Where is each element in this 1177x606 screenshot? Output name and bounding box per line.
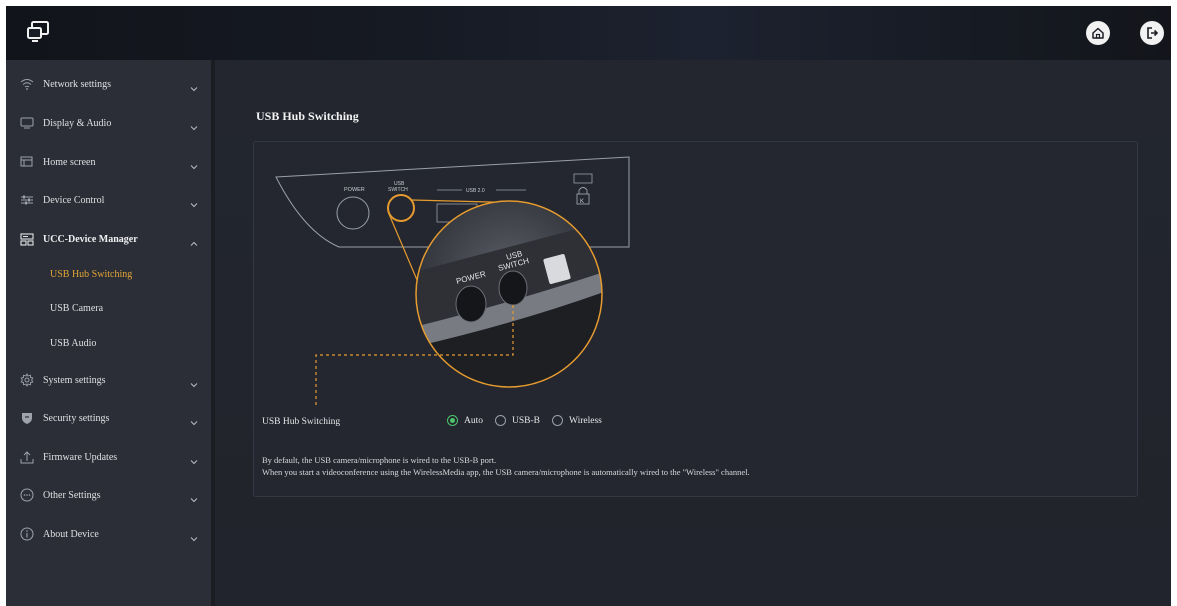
- chevron-down-icon: [190, 80, 198, 92]
- power-label: POWER: [344, 187, 365, 193]
- top-bar: [6, 6, 1171, 60]
- more-icon: [20, 488, 34, 502]
- chevron-down-icon: [190, 414, 198, 426]
- usb-hub-switching-label: USB Hub Switching: [262, 417, 341, 427]
- sidebar-item-label: Network settings: [43, 78, 112, 90]
- chevron-down-icon: [190, 376, 198, 388]
- sidebar-item-label: Display & Audio: [43, 117, 112, 129]
- chevron-down-icon: [190, 158, 198, 170]
- usb-switch-illustration: POWER USB SWITCH USB 2.0 K POWER USB SWI…: [275, 156, 630, 406]
- sidebar: Network settings Display & Audio Home sc…: [6, 60, 211, 606]
- radio-checked-icon: [447, 415, 458, 426]
- sidebar-item-label: Other Settings: [43, 489, 101, 501]
- description: By default, the USB camera/microphone is…: [262, 454, 750, 478]
- sidebar-item-network-settings[interactable]: Network settings: [6, 66, 211, 102]
- sidebar-item-system-settings[interactable]: System settings: [6, 362, 211, 398]
- description-line-1: By default, the USB camera/microphone is…: [262, 455, 497, 465]
- lock-label: K: [580, 199, 584, 205]
- radio-unchecked-icon: [495, 415, 506, 426]
- gear-icon: [20, 373, 34, 387]
- sidebar-item-other-settings[interactable]: Other Settings: [6, 477, 211, 513]
- chevron-down-icon: [190, 119, 198, 131]
- sidebar-subitem-usb-hub-switching[interactable]: USB Hub Switching: [6, 259, 211, 289]
- sidebar-item-home-screen[interactable]: Home screen: [6, 144, 211, 180]
- radio-auto[interactable]: Auto: [447, 415, 483, 426]
- sidebar-item-label: System settings: [43, 374, 106, 386]
- sidebar-item-label: Home screen: [43, 156, 96, 168]
- sidebar-item-label: Security settings: [43, 412, 110, 424]
- monitor-icon: [20, 116, 34, 130]
- radio-wireless[interactable]: Wireless: [551, 415, 602, 426]
- chevron-down-icon: [190, 530, 198, 542]
- chevron-down-icon: [190, 491, 198, 503]
- sidebar-item-about-device[interactable]: About Device: [6, 516, 211, 552]
- windows-icon: [20, 155, 34, 169]
- sidebar-item-label: UCC-Device Manager: [43, 233, 138, 245]
- upload-icon: [20, 450, 34, 464]
- device-manager-icon: [20, 232, 34, 246]
- radio-unchecked-icon: [551, 415, 563, 426]
- chevron-up-icon: [190, 235, 198, 246]
- radio-label: Auto: [464, 415, 483, 426]
- wifi-icon: [20, 77, 34, 91]
- usb-hub-radio-group: Auto USB-B Wireless: [447, 415, 602, 426]
- sidebar-item-display-audio[interactable]: Display & Audio: [6, 105, 211, 141]
- sidebar-item-label: Firmware Updates: [43, 451, 118, 463]
- screen-share-icon[interactable]: [26, 20, 50, 44]
- chevron-down-icon: [190, 453, 198, 465]
- sidebar-item-label: Device Control: [43, 194, 105, 206]
- main-content: USB Hub Switching POWER USB SWITCH USB 2…: [215, 60, 1171, 606]
- sidebar-subitem-label: USB Camera: [50, 302, 104, 314]
- home-icon[interactable]: [1086, 21, 1110, 45]
- info-icon: [20, 527, 34, 541]
- sidebar-item-device-control[interactable]: Device Control: [6, 182, 211, 218]
- sidebar-subitem-usb-audio[interactable]: USB Audio: [6, 328, 211, 358]
- sidebar-item-security-settings[interactable]: Security settings: [6, 400, 211, 436]
- radio-label: Wireless: [568, 415, 602, 426]
- sidebar-subitem-label: USB Hub Switching: [50, 268, 133, 280]
- sidebar-item-label: About Device: [43, 528, 99, 540]
- sliders-icon: [20, 193, 34, 207]
- radio-label: USB-B: [512, 415, 540, 426]
- usb20-label: USB 2.0: [466, 188, 485, 194]
- sidebar-item-firmware-updates[interactable]: Firmware Updates: [6, 439, 211, 475]
- radio-usb-b[interactable]: USB-B: [495, 415, 540, 426]
- description-line-2: When you start a videoconference using t…: [262, 467, 750, 477]
- shield-icon: [20, 411, 34, 425]
- settings-panel: POWER USB SWITCH USB 2.0 K POWER USB SWI…: [253, 141, 1138, 497]
- sidebar-subitem-label: USB Audio: [50, 337, 97, 349]
- page-title: USB Hub Switching: [256, 109, 359, 123]
- sidebar-subitem-usb-camera[interactable]: USB Camera: [6, 293, 211, 323]
- app-window: Network settings Display & Audio Home sc…: [6, 6, 1171, 606]
- logout-icon[interactable]: [1140, 21, 1164, 45]
- switch-label: SWITCH: [388, 187, 408, 193]
- sidebar-item-ucc-device-manager[interactable]: UCC-Device Manager: [6, 221, 211, 257]
- chevron-down-icon: [190, 196, 198, 208]
